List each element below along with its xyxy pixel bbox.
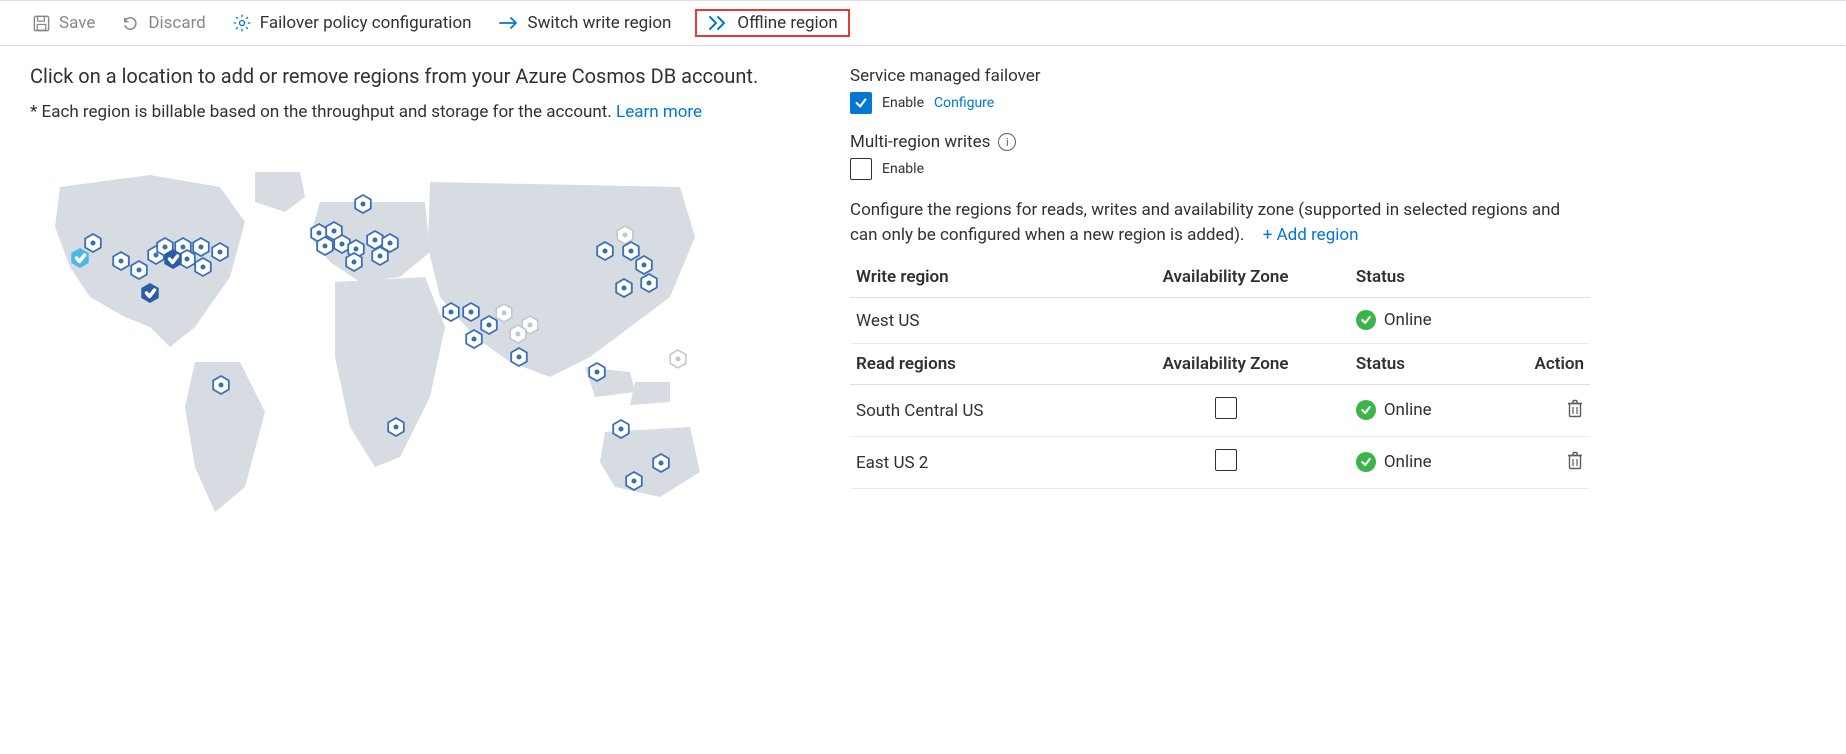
region-name: West US (850, 298, 1101, 344)
world-region-map[interactable] (30, 167, 750, 597)
command-bar: Save Discard Failover policy configurati… (0, 0, 1846, 46)
billing-note: * Each region is billable based on the t… (30, 102, 790, 122)
failover-enable-label: Enable (882, 95, 924, 111)
status-online-icon (1356, 400, 1376, 420)
billing-text: * Each region is billable based on the t… (30, 102, 616, 122)
arrow-right-icon (498, 15, 520, 31)
regions-description: Configure the regions for reads, writes … (850, 198, 1590, 247)
az-cell (1101, 298, 1350, 344)
switch-write-region-button[interactable]: Switch write region (496, 9, 674, 37)
info-icon[interactable]: i (998, 133, 1016, 151)
write-region-header: Write region (850, 257, 1101, 298)
write-az-header: Availability Zone (1101, 257, 1350, 298)
regions-description-text: Configure the regions for reads, writes … (850, 200, 1560, 245)
status-cell: Online (1356, 452, 1432, 472)
read-status-header: Status (1350, 344, 1508, 385)
az-cell[interactable] (1101, 385, 1350, 437)
add-region-link[interactable]: + Add region (1263, 225, 1359, 245)
az-checkbox[interactable] (1215, 449, 1237, 471)
write-status-header: Status (1350, 257, 1508, 298)
switch-write-region-label: Switch write region (528, 13, 672, 33)
discard-label: Discard (148, 13, 205, 33)
status-cell: Online (1356, 310, 1432, 330)
write-region-row: West US Online (850, 298, 1590, 344)
failover-policy-button[interactable]: Failover policy configuration (230, 9, 474, 37)
service-managed-failover-label: Service managed failover (850, 66, 1590, 86)
multi-region-writes-label: Multi-region writes (850, 132, 990, 152)
az-checkbox[interactable] (1215, 397, 1237, 419)
multi-region-writes-checkbox[interactable] (850, 158, 872, 180)
service-managed-failover-checkbox[interactable] (850, 92, 872, 114)
status-online-icon (1356, 310, 1376, 330)
read-az-header: Availability Zone (1101, 344, 1350, 385)
gear-icon (232, 13, 252, 33)
region-name: East US 2 (850, 437, 1101, 489)
status-cell: Online (1356, 400, 1432, 420)
failover-policy-label: Failover policy configuration (260, 13, 472, 33)
region-name: South Central US (850, 385, 1101, 437)
offline-region-label: Offline region (737, 13, 837, 33)
offline-region-button[interactable]: Offline region (695, 9, 849, 37)
undo-icon (121, 14, 140, 33)
save-label: Save (59, 13, 95, 33)
az-cell[interactable] (1101, 437, 1350, 489)
save-icon (32, 14, 51, 33)
read-region-row: South Central US Online (850, 385, 1590, 437)
failover-configure-link[interactable]: Configure (934, 95, 994, 111)
write-regions-table: Write region Availability Zone Status We… (850, 257, 1590, 489)
status-online-icon (1356, 452, 1376, 472)
save-button[interactable]: Save (30, 9, 97, 37)
double-chevron-right-icon (707, 15, 729, 31)
delete-region-button[interactable] (1566, 450, 1584, 470)
read-region-header: Read regions (850, 344, 1101, 385)
learn-more-link[interactable]: Learn more (616, 102, 702, 122)
instruction-text: Click on a location to add or remove reg… (30, 64, 790, 88)
delete-region-button[interactable] (1566, 398, 1584, 418)
read-action-header: Action (1508, 344, 1590, 385)
read-region-row: East US 2 Online (850, 437, 1590, 489)
multi-region-enable-label: Enable (882, 161, 924, 177)
discard-button[interactable]: Discard (119, 9, 207, 37)
